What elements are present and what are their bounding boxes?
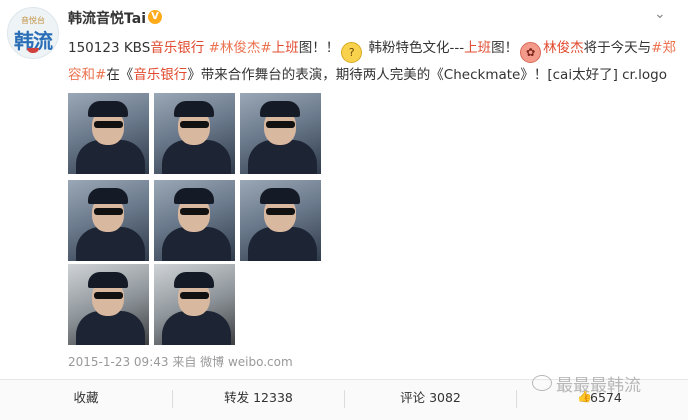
post-photo[interactable]: [68, 180, 149, 261]
post-photo[interactable]: [68, 93, 149, 174]
post-meta: 2015-1-23 09:43 来自 微博 weibo.com: [68, 355, 293, 369]
username[interactable]: 韩流音悦Tai: [68, 8, 146, 28]
hashtag-jj-lin[interactable]: #林俊杰#: [209, 40, 272, 56]
repost-button[interactable]: 转发 12338: [173, 380, 344, 420]
chevron-down-icon[interactable]: ⌄: [654, 6, 666, 22]
watermark: 最最最韩流: [556, 376, 641, 396]
keyword-shangban[interactable]: 上班: [272, 40, 299, 56]
post-photo[interactable]: [154, 264, 235, 345]
comment-button[interactable]: 评论 3082: [345, 380, 516, 420]
link-jj-lin[interactable]: 林俊杰: [543, 40, 584, 56]
separator: [516, 390, 517, 408]
emoji-think-icon: ?: [341, 42, 363, 63]
wechat-icon: [532, 375, 552, 391]
post-photo[interactable]: [154, 93, 235, 174]
emoji-flower-icon: ✿: [520, 42, 542, 63]
post-text: 150123 KBS音乐银行 #林俊杰#上班图！！? 韩粉特色文化---上班图！…: [68, 40, 676, 83]
keyword-shangban-2[interactable]: 上班: [464, 40, 491, 56]
avatar[interactable]: 音悦台 韩流: [7, 7, 59, 59]
verified-icon: V: [148, 10, 162, 24]
link-music-bank-2[interactable]: 音乐银行: [133, 67, 187, 83]
post-photo[interactable]: [240, 93, 321, 174]
post-photo[interactable]: [154, 180, 235, 261]
post-photo[interactable]: [240, 180, 321, 261]
link-music-bank[interactable]: 音乐银行: [150, 40, 204, 56]
favorite-button[interactable]: 收藏: [0, 380, 172, 420]
post-photo[interactable]: [68, 264, 149, 345]
